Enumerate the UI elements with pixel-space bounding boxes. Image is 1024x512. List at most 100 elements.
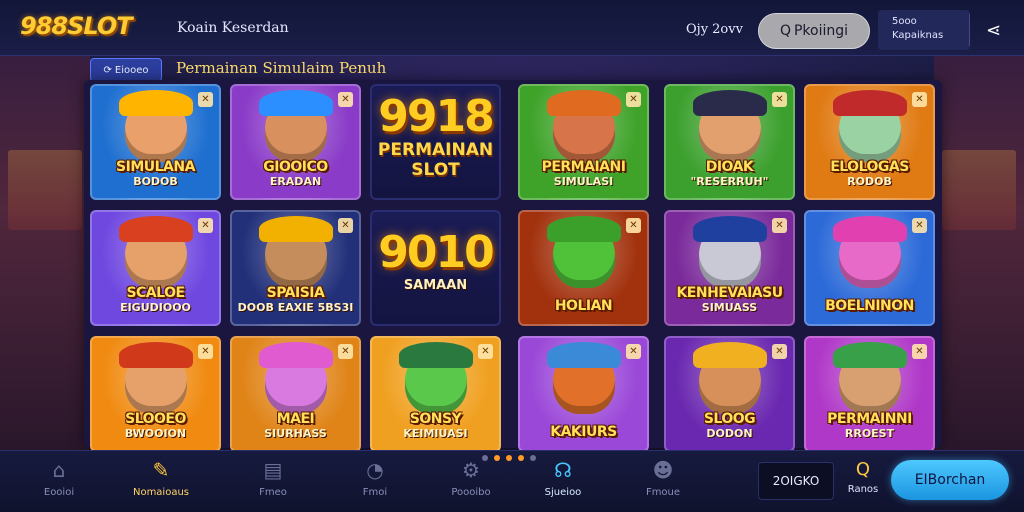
game-tile[interactable]: ✕ BOELNINON (804, 210, 935, 326)
game-tile[interactable]: ✕ GIOOICO ERADAN (230, 84, 361, 200)
game-tile[interactable]: 9918 PERMAINAN SLOT (370, 84, 501, 200)
carousel-dot[interactable] (506, 455, 512, 461)
game-title: SPAISIA (266, 285, 325, 301)
carousel-dot[interactable] (530, 455, 536, 461)
game-tile[interactable]: ✕ PERMAIANI SIMULASI (518, 84, 649, 200)
game-tile[interactable]: ✕ SONSY KEIMIUASI (370, 336, 501, 452)
share-icon[interactable]: ⋖ (986, 20, 1001, 41)
game-subtitle: RROEST (844, 427, 895, 440)
game-tile[interactable]: ✕ SLOOEO BWOOION (90, 336, 221, 452)
game-tile[interactable]: ✕ SPAISIA DOOB EAXIE 5BS3I (230, 210, 361, 326)
section-badge[interactable]: ⟳ Eiooeo (90, 58, 162, 82)
account-box[interactable]: 5ooo Kapaiknas (878, 10, 970, 50)
game-tile[interactable]: ✕ DIOAK "RESERRUH" (664, 84, 795, 200)
character-hat (258, 90, 333, 116)
game-tile[interactable]: ✕ SCALOE EIGUDIOOO (90, 210, 221, 326)
character-hat (692, 216, 767, 242)
header-nav-link[interactable]: Koain Keserdan (177, 20, 289, 36)
game-title: PERMAIANI (541, 159, 626, 175)
tile-jackpot-number: 9918 (378, 91, 494, 142)
game-subtitle: "RESERRUH" (690, 175, 769, 188)
favorite-icon[interactable]: ✕ (626, 218, 641, 233)
favorite-icon[interactable]: ✕ (772, 344, 787, 359)
favorite-icon[interactable]: ✕ (338, 92, 353, 107)
section-badge-label: Eiooeo (114, 64, 149, 76)
carousel-dots[interactable] (482, 455, 536, 461)
balance-display: 2OIGKO (758, 462, 834, 500)
game-subtitle: SIMUASS (701, 301, 758, 314)
profile-icon: ☻ (652, 458, 674, 482)
nav-item-profile[interactable]: ☻ Fmoue (628, 459, 698, 507)
nav-item-gauge[interactable]: ◔ Fmoi (340, 459, 410, 507)
favorite-icon[interactable]: ✕ (772, 218, 787, 233)
game-tile[interactable]: ✕ SLOOG DODON (664, 336, 795, 452)
header-user-label[interactable]: Ojy 2ovv (686, 22, 743, 37)
game-tile[interactable]: ✕ SIMULANA BODOB (90, 84, 221, 200)
header-divider (969, 14, 970, 46)
game-title: ELOLOGAS (830, 159, 909, 175)
game-tile[interactable]: ✕ KAKIURS (518, 336, 649, 452)
promo-nav-item[interactable]: Q Ranos (842, 460, 884, 504)
nav-item-home[interactable]: ⌂ Eooioi (24, 459, 94, 507)
home-icon: ⌂ (52, 458, 66, 482)
favorite-icon[interactable]: ✕ (912, 344, 927, 359)
favorite-icon[interactable]: ✕ (198, 92, 213, 107)
favorite-icon[interactable]: ✕ (912, 92, 927, 107)
nav-item-gear[interactable]: ⚙ Poooibo (436, 459, 506, 507)
nav-item-document[interactable]: ▤ Fmeo (238, 459, 308, 507)
favorite-icon[interactable]: ✕ (478, 344, 493, 359)
cta-button[interactable]: EIBorchan (891, 460, 1009, 500)
favorite-icon[interactable]: ✕ (338, 344, 353, 359)
favorite-icon[interactable]: ✕ (338, 218, 353, 233)
top-header: 988SLOT Koain Keserdan Ojy 2ovv Q Pkoiin… (0, 0, 1024, 56)
game-tile[interactable]: ✕ MAEI SIURHASS (230, 336, 361, 452)
carousel-dot[interactable] (494, 455, 500, 461)
character-hat (258, 342, 333, 368)
game-tile[interactable]: ✕ ELOLOGAS RODOB (804, 84, 935, 200)
character-hat (546, 90, 621, 116)
game-tile[interactable]: ✕ HOLIAN (518, 210, 649, 326)
carousel-dot[interactable] (518, 455, 524, 461)
nav-item-support[interactable]: ☊ Sjueioo (528, 459, 598, 507)
game-tile[interactable]: 9010 SAMAAN (370, 210, 501, 326)
game-title: MAEI (276, 411, 315, 427)
game-tile[interactable]: ✕ PERMAINNI RROEST (804, 336, 935, 452)
favorite-icon[interactable]: ✕ (912, 218, 927, 233)
tile-subtitle: SAMAAN (403, 278, 468, 293)
gauge-icon: ◔ (366, 458, 384, 482)
site-logo[interactable]: 988SLOT (20, 12, 133, 40)
character-hat (398, 342, 473, 368)
game-title: BOELNINON (825, 298, 914, 314)
game-subtitle: KEIMIUASI (403, 427, 468, 440)
carousel-dot[interactable] (482, 455, 488, 461)
nav-item-label: Fmoue (645, 487, 681, 498)
badge-icon: ⟳ (103, 64, 112, 76)
edit-icon: ✎ (152, 458, 170, 482)
game-subtitle: SIMULASI (553, 175, 614, 188)
nav-item-label: Poooibo (451, 487, 491, 498)
nav-item-edit[interactable]: ✎ Nomaioaus (126, 459, 196, 507)
nav-item-label: Eooioi (43, 487, 75, 498)
game-subtitle: BWOOION (124, 427, 187, 440)
favorite-icon[interactable]: ✕ (198, 344, 213, 359)
game-subtitle: ERADAN (269, 175, 322, 188)
character-hat (546, 216, 621, 242)
promo-icon: Q (855, 459, 871, 480)
game-subtitle: BODOB (133, 175, 178, 188)
character-hat (546, 342, 621, 368)
game-title: SLOOG (703, 411, 756, 427)
character-hat (692, 90, 767, 116)
favorite-icon[interactable]: ✕ (198, 218, 213, 233)
game-tile[interactable]: ✕ KENHEVAIASU SIMUASS (664, 210, 795, 326)
character-hat (118, 342, 193, 368)
game-subtitle: RODOB (847, 175, 892, 188)
game-title: DIOAK (705, 159, 754, 175)
favorite-icon[interactable]: ✕ (626, 344, 641, 359)
character-hat (832, 342, 907, 368)
nav-item-label: Fmoi (362, 487, 388, 498)
character-hat (118, 216, 193, 242)
document-icon: ▤ (263, 458, 283, 482)
favorite-icon[interactable]: ✕ (626, 92, 641, 107)
search-button[interactable]: Q Pkoiingi (758, 13, 870, 49)
favorite-icon[interactable]: ✕ (772, 92, 787, 107)
